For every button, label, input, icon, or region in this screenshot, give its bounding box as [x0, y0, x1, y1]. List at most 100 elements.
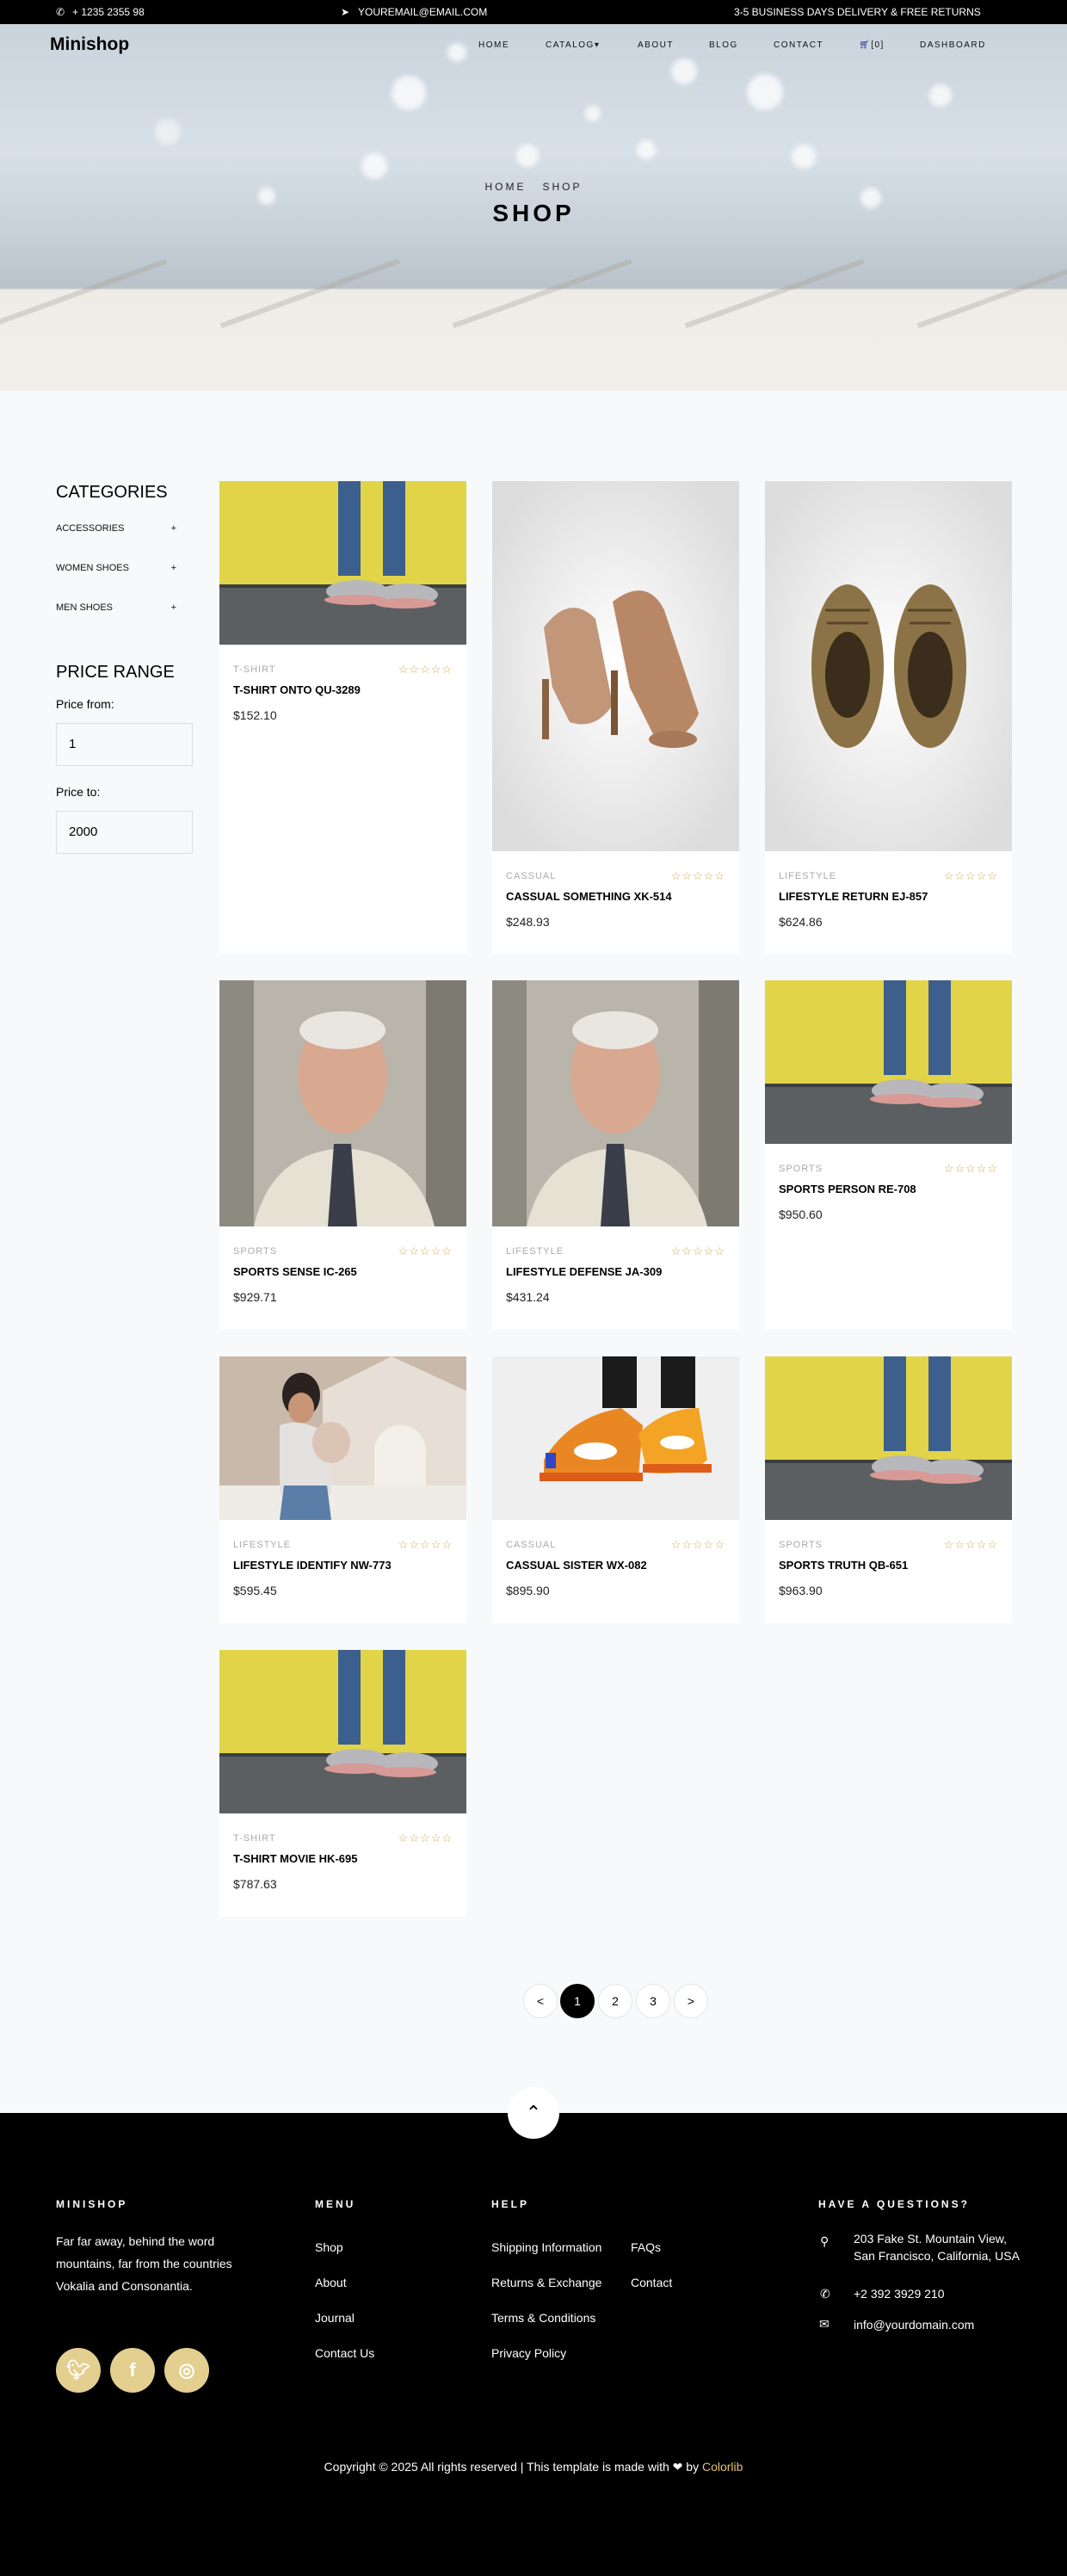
- topbar-email[interactable]: YOUREMAIL@EMAIL.COM: [358, 6, 487, 18]
- product-name[interactable]: LIFESTYLE DEFENSE JA-309: [506, 1265, 662, 1278]
- copyright-by: by: [686, 2460, 700, 2474]
- product-image[interactable]: [219, 1650, 466, 1813]
- category-accessories[interactable]: ACCESSORIES +: [56, 523, 176, 534]
- product-name[interactable]: CASSUAL SOMETHING XK-514: [506, 890, 672, 903]
- product-card[interactable]: LIFESTYLE ☆☆☆☆☆ LIFESTYLE IDENTIFY NW-77…: [219, 1356, 466, 1623]
- pagination-page-1[interactable]: 1: [560, 1984, 595, 2018]
- pagination-prev[interactable]: <: [523, 1984, 558, 2018]
- scroll-top-button[interactable]: ⌃: [508, 2087, 559, 2139]
- product-card[interactable]: CASSUAL ☆☆☆☆☆ CASSUAL SISTER WX-082 $895…: [492, 1356, 739, 1623]
- product-card[interactable]: LIFESTYLE ☆☆☆☆☆ LIFESTYLE DEFENSE JA-309…: [492, 980, 739, 1329]
- nav-home[interactable]: HOME: [478, 40, 509, 50]
- pagination-next[interactable]: >: [674, 1984, 708, 2018]
- twitter-icon[interactable]: 🐦︎: [56, 2348, 101, 2393]
- category-men-shoes[interactable]: MEN SHOES +: [56, 602, 176, 613]
- product-category: LIFESTYLE: [779, 871, 837, 881]
- product-price: $787.63: [233, 1877, 277, 1891]
- product-category: T-SHIRT: [233, 664, 276, 675]
- product-price: $950.60: [779, 1208, 823, 1221]
- product-name[interactable]: LIFESTYLE RETURN EJ-857: [779, 890, 928, 903]
- nav-contact[interactable]: CONTACT: [774, 40, 823, 50]
- product-image[interactable]: [219, 481, 466, 645]
- product-image[interactable]: [492, 481, 739, 851]
- footer-link-shop[interactable]: Shop: [315, 2240, 343, 2254]
- colorlib-link[interactable]: Colorlib: [702, 2460, 743, 2474]
- product-image[interactable]: [765, 980, 1012, 1144]
- product-image[interactable]: [492, 1356, 739, 1520]
- pagination-page-2[interactable]: 2: [598, 1984, 632, 2018]
- product-card[interactable]: SPORTS ☆☆☆☆☆ SPORTS TRUTH QB-651 $963.90: [765, 1356, 1012, 1623]
- product-image[interactable]: [765, 481, 1012, 851]
- price-from-input[interactable]: 1: [56, 723, 193, 766]
- footer-link-privacy[interactable]: Privacy Policy: [491, 2346, 566, 2360]
- product-category: SPORTS: [779, 1164, 823, 1174]
- product-image[interactable]: [492, 980, 739, 1226]
- pagination-page-3[interactable]: 3: [636, 1984, 670, 2018]
- product-category: SPORTS: [779, 1540, 823, 1550]
- product-category: CASSUAL: [506, 871, 557, 881]
- facebook-icon[interactable]: f: [110, 2348, 155, 2393]
- product-image[interactable]: [219, 1356, 466, 1520]
- plus-icon[interactable]: +: [171, 602, 176, 613]
- topbar-phone: + 1235 2355 98: [72, 6, 145, 18]
- product-card[interactable]: LIFESTYLE ☆☆☆☆☆ LIFESTYLE RETURN EJ-857 …: [765, 481, 1012, 954]
- product-name[interactable]: SPORTS PERSON RE-708: [779, 1183, 916, 1195]
- product-image[interactable]: [765, 1356, 1012, 1520]
- footer-menu-heading: MENU: [315, 2198, 356, 2210]
- product-name[interactable]: T-SHIRT MOVIE HK-695: [233, 1852, 357, 1865]
- plus-icon[interactable]: +: [171, 523, 176, 534]
- topbar-promo: 3-5 BUSINESS DAYS DELIVERY & FREE RETURN…: [734, 6, 981, 18]
- nav-about[interactable]: ABOUT: [638, 40, 674, 50]
- breadcrumb-home[interactable]: HOME: [484, 181, 526, 193]
- copyright: Copyright © 2025 All rights reserved | T…: [0, 2460, 1067, 2474]
- product-card[interactable]: SPORTS ☆☆☆☆☆ SPORTS PERSON RE-708 $950.6…: [765, 980, 1012, 1329]
- footer-brand: MINISHOP: [56, 2198, 128, 2210]
- footer-link-contact[interactable]: Contact: [631, 2276, 672, 2289]
- price-to-input[interactable]: 2000: [56, 811, 193, 854]
- footer-link-journal[interactable]: Journal: [315, 2311, 355, 2325]
- plus-icon[interactable]: +: [171, 563, 176, 573]
- categories-heading: CATEGORIES: [56, 483, 168, 502]
- site-logo[interactable]: Minishop: [50, 34, 129, 55]
- rating-stars-icon: ☆☆☆☆☆: [670, 1538, 725, 1551]
- product-card[interactable]: T-SHIRT ☆☆☆☆☆ T-SHIRT MOVIE HK-695 $787.…: [219, 1650, 466, 1917]
- product-name[interactable]: SPORTS SENSE IC-265: [233, 1265, 357, 1278]
- cart-icon: 🛒︎: [859, 40, 872, 50]
- category-label: ACCESSORIES: [56, 523, 125, 534]
- footer-link-faqs[interactable]: FAQs: [631, 2240, 661, 2254]
- rating-stars-icon: ☆☆☆☆☆: [943, 1162, 998, 1175]
- top-bar: ✆ + 1235 2355 98 ➤ YOUREMAIL@EMAIL.COM 3…: [0, 0, 1067, 24]
- rating-stars-icon: ☆☆☆☆☆: [398, 1832, 453, 1844]
- rating-stars-icon: ☆☆☆☆☆: [670, 1245, 725, 1257]
- product-price: $595.45: [233, 1584, 277, 1597]
- product-category: SPORTS: [233, 1246, 278, 1257]
- product-card[interactable]: CASSUAL ☆☆☆☆☆ CASSUAL SOMETHING XK-514 $…: [492, 481, 739, 954]
- product-card[interactable]: SPORTS ☆☆☆☆☆ SPORTS SENSE IC-265 $929.71: [219, 980, 466, 1329]
- product-card[interactable]: T-SHIRT ☆☆☆☆☆ T-SHIRT ONTO QU-3289 $152.…: [219, 481, 466, 954]
- footer-link-returns[interactable]: Returns & Exchange: [491, 2276, 601, 2289]
- copyright-text: Copyright © 2025 All rights reserved | T…: [324, 2460, 669, 2474]
- product-price: $152.10: [233, 708, 277, 722]
- product-name[interactable]: LIFESTYLE IDENTIFY NW-773: [233, 1559, 392, 1572]
- instagram-icon[interactable]: ◎: [164, 2348, 209, 2393]
- nav-catalog[interactable]: CATALOG▾: [546, 40, 600, 50]
- product-category: CASSUAL: [506, 1540, 557, 1550]
- paper-plane-icon: ➤: [341, 6, 350, 18]
- footer-phone[interactable]: +2 392 3929 210: [854, 2287, 945, 2301]
- nav-dashboard[interactable]: DASHBOARD: [920, 40, 986, 50]
- footer-link-shipping[interactable]: Shipping Information: [491, 2240, 601, 2254]
- footer-link-about[interactable]: About: [315, 2276, 347, 2289]
- product-name[interactable]: CASSUAL SISTER WX-082: [506, 1559, 647, 1572]
- category-label: MEN SHOES: [56, 602, 114, 613]
- footer-email[interactable]: info@yourdomain.com: [854, 2318, 974, 2332]
- product-name[interactable]: SPORTS TRUTH QB-651: [779, 1559, 908, 1572]
- nav-blog[interactable]: BLOG: [709, 40, 738, 50]
- product-name[interactable]: T-SHIRT ONTO QU-3289: [233, 683, 361, 696]
- price-from-label: Price from:: [56, 697, 114, 711]
- product-image[interactable]: [219, 980, 466, 1226]
- footer-link-contact-us[interactable]: Contact Us: [315, 2346, 374, 2360]
- nav-cart[interactable]: 🛒︎[0]: [859, 40, 885, 50]
- map-marker-icon: ⚲: [820, 2234, 830, 2248]
- footer-link-terms[interactable]: Terms & Conditions: [491, 2311, 595, 2325]
- category-women-shoes[interactable]: WOMEN SHOES +: [56, 563, 176, 573]
